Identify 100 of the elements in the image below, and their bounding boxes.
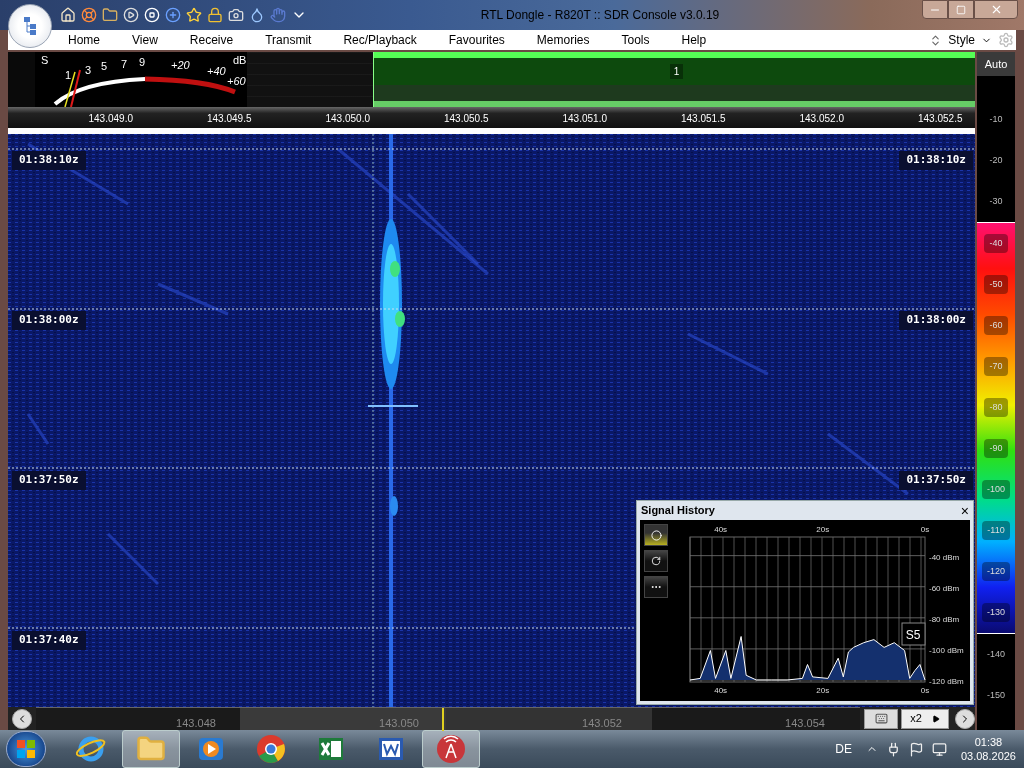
level-label: -90: [984, 438, 1008, 459]
radio-tower-icon: [436, 734, 466, 764]
frequency-label: 143.050: [378, 717, 420, 730]
network-icon[interactable]: [931, 741, 947, 757]
level-label: -30: [989, 194, 1003, 208]
keyboard-button[interactable]: [864, 708, 898, 729]
level-label: -120: [982, 561, 1010, 582]
y-tick-label: -40 dBm: [929, 552, 960, 562]
y-tick-label: -60 dBm: [929, 583, 960, 593]
level-label: -150: [987, 688, 1005, 702]
tree-icon: [24, 17, 36, 35]
menu-item[interactable]: Favourites: [448, 31, 505, 49]
frequency-label: 143.048: [175, 717, 217, 730]
clock-time: 01:38: [974, 735, 1003, 749]
lock-icon[interactable]: [207, 7, 223, 23]
x-tick-label: 20s: [816, 525, 830, 534]
windows-logo-icon: [17, 740, 35, 758]
lifebuoy-icon[interactable]: [81, 7, 97, 23]
time-label: 01:38:00z: [12, 311, 86, 330]
circle-icon: [650, 529, 662, 541]
time-label: 01:38:10z: [12, 151, 86, 170]
chrome-icon: [256, 734, 286, 764]
tool-button[interactable]: [644, 524, 668, 546]
tool-button[interactable]: [644, 550, 668, 572]
channel-marker[interactable]: 1: [669, 64, 684, 79]
close-button[interactable]: [974, 0, 1018, 19]
level-label: -20: [989, 153, 1003, 167]
play-icon[interactable]: [123, 7, 139, 23]
maximize-icon: [956, 4, 966, 15]
play-icon: [931, 714, 940, 723]
panel-title: Signal History: [641, 503, 715, 519]
minimize-button[interactable]: [922, 0, 948, 19]
level-label: -10: [989, 112, 1003, 126]
media-player-icon: [197, 735, 225, 763]
x-tick-label: 40s: [714, 525, 728, 534]
home-icon[interactable]: [60, 7, 76, 23]
plus-icon[interactable]: [165, 7, 181, 23]
frequency-label: 143.052.0: [798, 112, 845, 126]
flag-icon[interactable]: [908, 741, 924, 757]
frequency-label: 143.051.5: [680, 112, 727, 126]
start-button[interactable]: [6, 731, 46, 767]
clock[interactable]: 01:38 03.08.2026: [960, 735, 1016, 763]
time-label: 01:37:50z: [899, 471, 973, 490]
menu-item[interactable]: Tools: [621, 31, 650, 49]
level-label: -60: [984, 315, 1008, 336]
menu-item[interactable]: Home: [68, 31, 100, 49]
camera-icon[interactable]: [228, 7, 244, 23]
star-icon[interactable]: [186, 7, 202, 23]
frequency-label: 143.049.0: [87, 112, 134, 126]
keyboard-icon: [874, 712, 888, 725]
app-menu-button[interactable]: [8, 4, 52, 48]
frequency-label: 143.050.0: [324, 112, 371, 126]
menu-item[interactable]: Help: [681, 31, 707, 49]
style-menu[interactable]: Style: [948, 31, 975, 49]
maximize-button[interactable]: [948, 0, 974, 19]
y-tick-label: -80 dBm: [929, 614, 960, 624]
level-label: -70: [984, 356, 1008, 377]
stop-icon[interactable]: [144, 7, 160, 23]
zoom-button[interactable]: x2: [901, 708, 949, 729]
time-label: 01:38:10z: [899, 151, 973, 170]
level-label: -100: [982, 479, 1010, 500]
clock-date: 03.08.2026: [960, 749, 1016, 763]
level-label: -50: [984, 274, 1008, 295]
frequency-label: 143.054: [784, 717, 826, 730]
scroll-right-button[interactable]: [955, 708, 975, 729]
tool-button[interactable]: [644, 576, 668, 598]
window-title: RTL Dongle - R820T :: SDR Console v3.0.19: [479, 7, 721, 24]
scroll-left-button[interactable]: [12, 708, 32, 729]
x-tick-label: 0s: [920, 525, 930, 534]
frequency-label: 143.051.0: [561, 112, 608, 126]
close-button[interactable]: ×: [960, 503, 969, 518]
menu-item[interactable]: Memories: [536, 31, 590, 49]
y-tick-label: -120 dBm: [929, 677, 965, 686]
folder-icon[interactable]: [102, 7, 118, 23]
level-label: -140: [987, 647, 1005, 661]
menu-item[interactable]: Transmit: [265, 31, 312, 49]
refresh-icon: [651, 556, 661, 566]
level-label: -80: [984, 397, 1008, 418]
frequency-label: 143.052.5: [917, 112, 964, 126]
signal-meter-drawing: S 1 3 5 7 9 +20 +40 +60 dB: [35, 52, 247, 107]
level-label: -130: [982, 602, 1010, 623]
browser-icon: [76, 734, 106, 764]
taskbar-app[interactable]: [422, 730, 480, 768]
time-label: 01:37:50z: [12, 471, 86, 490]
level-label: -40: [984, 233, 1008, 254]
time-label: 01:37:40z: [12, 631, 86, 650]
auto-button[interactable]: Auto: [977, 52, 1015, 76]
y-tick-label: -100 dBm: [929, 645, 965, 655]
frequency-label: 143.050.5: [443, 112, 490, 126]
document-icon: [377, 735, 405, 763]
time-label: 01:38:00z: [899, 311, 973, 330]
menu-item[interactable]: View: [132, 31, 158, 49]
menu-item[interactable]: Receive: [189, 31, 234, 49]
spreadsheet-icon: [317, 735, 345, 763]
frequency-label: 143.049.5: [206, 112, 253, 126]
language-indicator[interactable]: DE: [835, 740, 852, 758]
level-label: -110: [982, 520, 1010, 541]
menu-item[interactable]: Rec/Playback: [343, 31, 417, 49]
droplet-icon[interactable]: [249, 7, 265, 23]
frequency-label: 143.052: [581, 717, 623, 730]
